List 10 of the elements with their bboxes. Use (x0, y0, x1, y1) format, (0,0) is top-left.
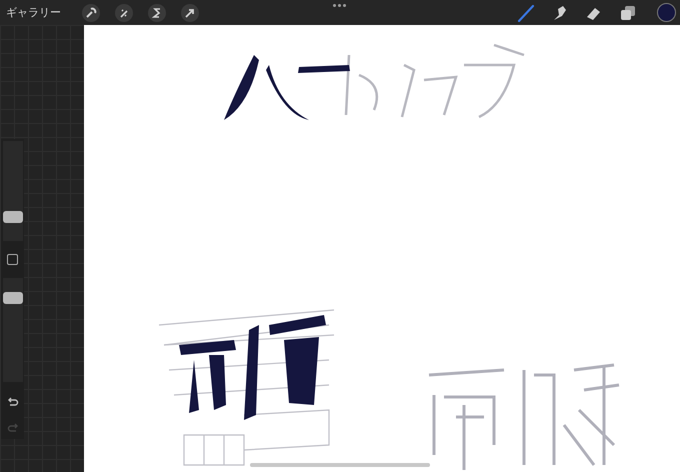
wand-icon[interactable] (115, 4, 133, 22)
slider-handle[interactable] (2, 292, 22, 304)
opacity-slider[interactable] (2, 278, 22, 382)
undo-icon[interactable] (6, 396, 18, 408)
more-dots-icon[interactable] (333, 4, 346, 7)
slider-handle[interactable] (2, 211, 22, 224)
gallery-button[interactable]: ギャラリー (6, 5, 67, 20)
brush-size-slider[interactable] (2, 141, 22, 241)
square-icon[interactable] (7, 254, 18, 265)
color-swatch[interactable] (657, 3, 676, 22)
